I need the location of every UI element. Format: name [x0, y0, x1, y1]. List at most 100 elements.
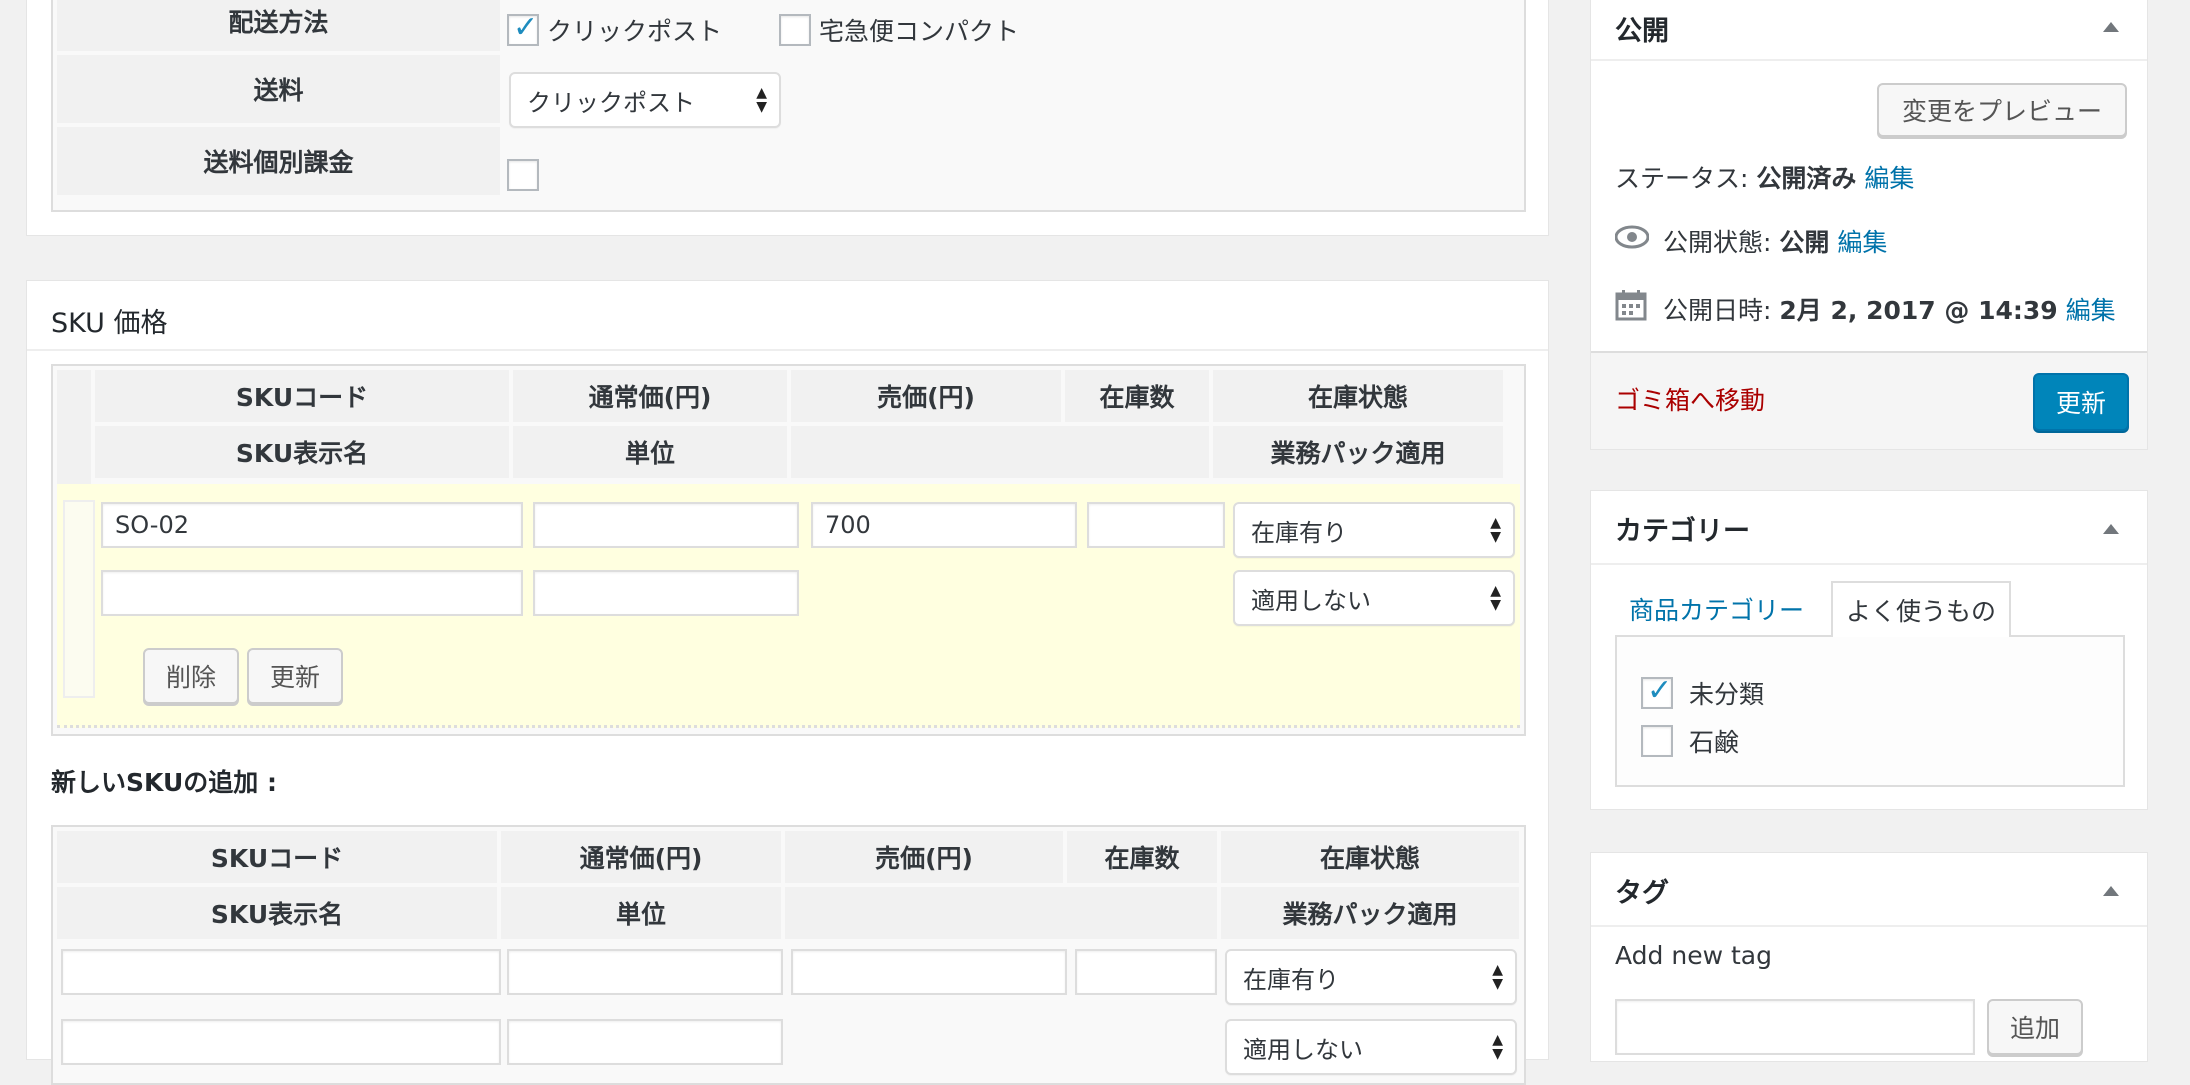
tab-popular-label: よく使うもの — [1845, 597, 1996, 626]
calendar-icon — [1615, 289, 1647, 321]
sku-table-gutter — [57, 370, 91, 484]
new-sku-status-select[interactable]: 在庫有り ▲ ▼ — [1225, 949, 1517, 1005]
sku-pack-value: 適用しない — [1251, 586, 1371, 615]
update-button[interactable]: 更新 — [2033, 373, 2129, 431]
sku-delete-button[interactable]: 削除 — [143, 648, 239, 704]
shipping-method-label: 配送方法 — [57, 0, 500, 51]
tab-popular[interactable]: よく使うもの — [1831, 581, 2011, 637]
visibility-value: 公開 — [1779, 228, 1830, 257]
check-icon: ✓ — [513, 10, 539, 45]
select-arrows-icon: ▲ ▼ — [1492, 1032, 1503, 1062]
category-checkbox-uncategorized[interactable]: ✓ — [1641, 673, 1673, 709]
date-edit-link[interactable]: 編集 — [2066, 296, 2116, 325]
new-header-regular: 通常価(円) — [501, 831, 781, 883]
new-sku-label: 新しいSKUの追加 : — [51, 768, 277, 797]
category-label-soap: 石鹸 — [1689, 728, 1740, 757]
visibility-edit-link[interactable]: 編集 — [1837, 228, 1887, 257]
sku-header-regular: 通常価(円) — [513, 370, 787, 422]
category-title: カテゴリー — [1615, 516, 1750, 547]
new-sku-display-input[interactable] — [61, 1019, 501, 1065]
sku-stock-status-select[interactable]: 在庫有り ▲ ▼ — [1233, 502, 1515, 558]
sku-panel: SKU 価格 SKUコード 通常価(円) 売価(円) 在庫数 在庫状態 SKU表… — [26, 280, 1549, 1085]
date-row: 公開日時: 2月 2, 2017 @ 14:39 編集 — [1663, 291, 2116, 327]
individual-fee-checkbox[interactable] — [507, 159, 539, 191]
new-header-display: SKU表示名 — [57, 887, 497, 939]
date-label: 公開日時: — [1663, 296, 1772, 325]
new-header-code: SKUコード — [57, 831, 497, 883]
select-arrows-icon: ▲ ▼ — [1492, 962, 1503, 992]
sku-row-handle[interactable] — [63, 500, 95, 698]
new-sku-pack-value: 適用しない — [1243, 1035, 1363, 1064]
shipping-fee-select[interactable]: クリックポスト ▲ ▼ — [509, 72, 781, 128]
sku-update-button[interactable]: 更新 — [247, 648, 343, 704]
add-tag-button[interactable]: 追加 — [1987, 999, 2083, 1055]
sku-pack-select[interactable]: 適用しない ▲ ▼ — [1233, 570, 1515, 626]
status-row: ステータス: 公開済み 編集 — [1615, 159, 1914, 195]
category-checkbox-soap[interactable] — [1641, 725, 1673, 757]
check-icon: ✓ — [1647, 673, 1673, 708]
new-sku-table: SKUコード 通常価(円) 売価(円) 在庫数 在庫状態 SKU表示名 単位 業… — [51, 825, 1526, 1085]
shipping-individual-label: 送料個別課金 — [57, 127, 500, 195]
status-edit-link[interactable]: 編集 — [1864, 164, 1914, 193]
new-sku-code-input[interactable] — [61, 949, 501, 995]
eye-icon — [1614, 225, 1650, 249]
new-sku-stock-input[interactable] — [1075, 949, 1217, 995]
new-sku-pack-select[interactable]: 適用しない ▲ ▼ — [1225, 1019, 1517, 1075]
select-arrows-icon: ▲ ▼ — [1490, 515, 1501, 545]
sku-header-stock: 在庫数 — [1065, 370, 1209, 422]
clickpost-label: クリックポスト — [547, 17, 723, 46]
tags-panel: タグ Add new tag 追加 — [1590, 852, 2148, 1062]
new-sku-status-value: 在庫有り — [1243, 965, 1339, 994]
new-header-sale: 売価(円) — [785, 831, 1063, 883]
sku-stock-input[interactable] — [1087, 502, 1225, 548]
sku-panel-divider — [27, 349, 1548, 351]
date-value: 2月 2, 2017 @ 14:39 — [1779, 296, 2058, 325]
category-label-uncategorized: 未分類 — [1689, 680, 1765, 709]
new-sku-sale-input[interactable] — [791, 949, 1067, 995]
sku-header-unit: 単位 — [513, 426, 787, 478]
collapse-toggle-icon[interactable] — [2103, 22, 2119, 32]
update-button-label: 更新 — [2055, 389, 2106, 418]
add-tag-label: Add new tag — [1615, 941, 1772, 970]
tags-divider — [1591, 925, 2147, 927]
sku-header-pack: 業務パック適用 — [1213, 426, 1503, 478]
sku-header-sale: 売価(円) — [791, 370, 1061, 422]
category-list-box: ✓ 未分類 石鹸 — [1615, 635, 2125, 787]
trash-link[interactable]: ゴミ箱へ移動 — [1615, 381, 1765, 417]
shipping-fee-select-value: クリックポスト — [527, 88, 695, 117]
sku-regular-price-input[interactable] — [533, 502, 799, 548]
new-sku-regular-input[interactable] — [507, 949, 783, 995]
new-header-stock: 在庫数 — [1067, 831, 1217, 883]
shipping-panel: 配送方法 送料 送料個別課金 ✓ クリックポスト 宅急便コンパクト クリックポス… — [26, 0, 1549, 236]
collapse-toggle-icon[interactable] — [2103, 524, 2119, 534]
sku-header-display: SKU表示名 — [95, 426, 509, 478]
category-panel: カテゴリー 商品カテゴリー よく使うもの ✓ 未分類 石鹸 — [1590, 490, 2148, 810]
takkyubin-checkbox[interactable] — [779, 14, 811, 46]
select-arrows-icon: ▲ ▼ — [756, 85, 767, 115]
tags-title: タグ — [1615, 878, 1669, 909]
new-header-unit: 単位 — [501, 887, 781, 939]
sku-panel-title: SKU 価格 — [51, 308, 168, 339]
new-header-status: 在庫状態 — [1221, 831, 1519, 883]
new-sku-unit-input[interactable] — [507, 1019, 783, 1065]
collapse-toggle-icon[interactable] — [2103, 886, 2119, 896]
sku-header-status: 在庫状態 — [1213, 370, 1503, 422]
clickpost-checkbox[interactable]: ✓ — [507, 10, 539, 46]
new-header-blank — [785, 887, 1217, 939]
status-label: ステータス: — [1615, 164, 1749, 193]
sku-table: SKUコード 通常価(円) 売価(円) 在庫数 在庫状態 SKU表示名 単位 業… — [51, 364, 1526, 736]
visibility-row: 公開状態: 公開 編集 — [1663, 223, 1887, 259]
sku-header-code: SKUコード — [95, 370, 509, 422]
sku-display-name-input[interactable] — [101, 570, 523, 616]
sku-stock-status-value: 在庫有り — [1251, 518, 1347, 547]
new-header-pack: 業務パック適用 — [1221, 887, 1519, 939]
tag-input[interactable] — [1615, 999, 1975, 1055]
sku-code-input[interactable]: SO-02 — [101, 502, 523, 548]
select-arrows-icon: ▲ ▼ — [1490, 583, 1501, 613]
tab-all-categories[interactable]: 商品カテゴリー — [1629, 591, 1804, 627]
sku-sale-price-input[interactable]: 700 — [811, 502, 1077, 548]
sku-unit-input[interactable] — [533, 570, 799, 616]
publish-divider — [1591, 59, 2147, 61]
preview-changes-button[interactable]: 変更をプレビュー — [1877, 83, 2127, 137]
takkyubin-label: 宅急便コンパクト — [819, 17, 1020, 46]
